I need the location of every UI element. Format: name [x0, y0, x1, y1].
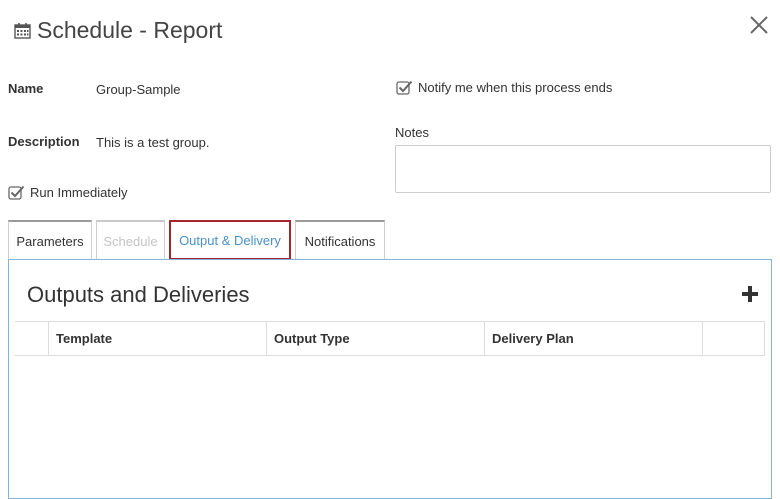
notes-field[interactable]: [395, 145, 771, 193]
tab-notifications[interactable]: Notifications: [295, 220, 385, 260]
column-output-type[interactable]: Output Type: [266, 322, 484, 355]
calendar-icon: [14, 22, 31, 39]
page-title: Schedule - Report: [37, 16, 223, 43]
column-template[interactable]: Template: [48, 322, 266, 355]
outputs-title: Outputs and Deliveries: [27, 282, 250, 307]
run-immediately-label: Run Immediately: [30, 185, 128, 200]
notify-label: Notify me when this process ends: [418, 80, 613, 95]
close-icon[interactable]: [748, 14, 770, 36]
plus-icon[interactable]: [741, 285, 759, 303]
notify-checkbox[interactable]: Notify me when this process ends: [396, 80, 612, 95]
column-delivery-plan[interactable]: Delivery Plan: [484, 322, 702, 355]
description-label: Description: [8, 134, 80, 149]
notes-label: Notes: [395, 125, 429, 140]
checkbox-checked-icon[interactable]: [396, 80, 418, 95]
tab-output-delivery[interactable]: Output & Delivery: [169, 220, 291, 260]
run-immediately-checkbox[interactable]: Run Immediately: [8, 185, 128, 200]
tab-parameters[interactable]: Parameters: [8, 220, 92, 260]
name-value: Group-Sample: [96, 82, 181, 97]
tab-schedule: Schedule: [96, 220, 165, 260]
tab-bar: Parameters Schedule Output & Delivery No…: [8, 220, 389, 260]
description-value: This is a test group.: [96, 135, 210, 150]
outputs-table: Template Output Type Delivery Plan: [15, 321, 765, 356]
checkbox-checked-icon[interactable]: [8, 185, 30, 200]
dialog-title: Schedule - Report: [14, 14, 222, 46]
name-label: Name: [8, 81, 44, 96]
